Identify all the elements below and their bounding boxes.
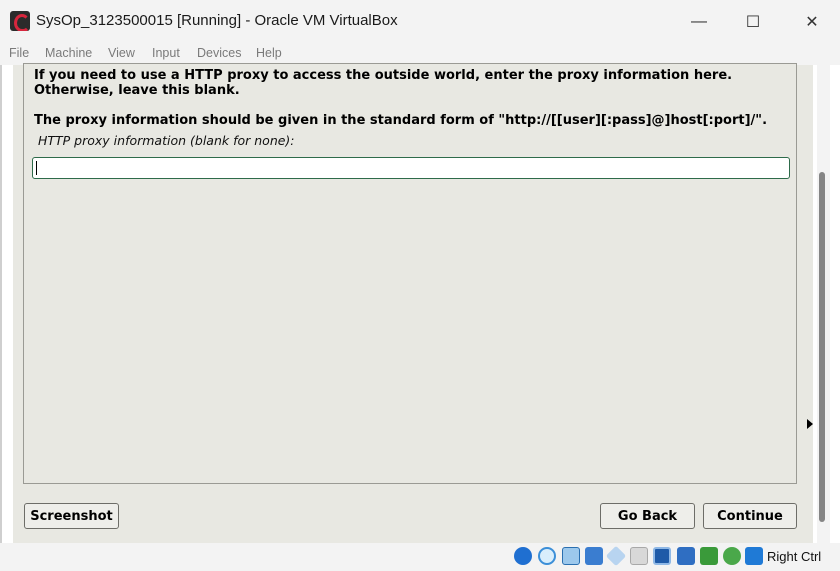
installer-dialog: If you need to use a HTTP proxy to acces… — [23, 63, 797, 484]
virtualbox-app-icon — [10, 11, 30, 31]
continue-button[interactable]: Continue — [703, 503, 797, 529]
screenshot-button[interactable]: Screenshot — [24, 503, 119, 529]
shared-folders-icon[interactable] — [630, 547, 648, 565]
menu-devices[interactable]: Devices — [197, 46, 241, 60]
usb-icon[interactable] — [605, 545, 627, 567]
scrollbar-thumb[interactable] — [819, 172, 825, 522]
proxy-input-field[interactable] — [32, 157, 790, 179]
optical-disk-icon[interactable] — [538, 547, 556, 565]
maximize-button[interactable]: ☐ — [730, 6, 776, 38]
menu-file[interactable]: File — [9, 46, 29, 60]
menu-view[interactable]: View — [108, 46, 135, 60]
display-icon[interactable] — [653, 547, 671, 565]
vm-display[interactable]: If you need to use a HTTP proxy to acces… — [13, 63, 813, 543]
status-bar: Right Ctrl — [0, 543, 840, 571]
window-left-edge — [0, 65, 2, 543]
cpu-icon[interactable] — [723, 547, 741, 565]
text-caret — [36, 161, 37, 175]
audio-icon[interactable] — [562, 547, 580, 565]
close-button[interactable]: ✕ — [789, 6, 835, 38]
mouse-pointer-icon — [807, 419, 813, 429]
hard-disk-icon[interactable] — [514, 547, 532, 565]
proxy-instructions: If you need to use a HTTP proxy to acces… — [34, 68, 733, 98]
video-capture-icon[interactable] — [677, 547, 695, 565]
menu-machine[interactable]: Machine — [45, 46, 92, 60]
menu-bar: File Machine View Input Devices Help — [0, 44, 840, 65]
go-back-button[interactable]: Go Back — [600, 503, 695, 529]
menu-help[interactable]: Help — [256, 46, 282, 60]
menu-input[interactable]: Input — [152, 46, 180, 60]
window-title: SysOp_3123500015 [Running] - Oracle VM V… — [36, 12, 398, 29]
vertical-scrollbar[interactable] — [817, 65, 830, 543]
network-icon[interactable] — [585, 547, 603, 565]
host-key-label[interactable]: Right Ctrl — [767, 549, 821, 564]
proxy-prompt-label: HTTP proxy information (blank for none): — [38, 133, 295, 148]
proxy-format-hint: The proxy information should be given in… — [34, 113, 768, 128]
title-bar: SysOp_3123500015 [Running] - Oracle VM V… — [0, 0, 840, 44]
recording-icon[interactable] — [700, 547, 718, 565]
minimize-button[interactable]: — — [676, 6, 722, 38]
mouse-integration-icon[interactable] — [745, 547, 763, 565]
